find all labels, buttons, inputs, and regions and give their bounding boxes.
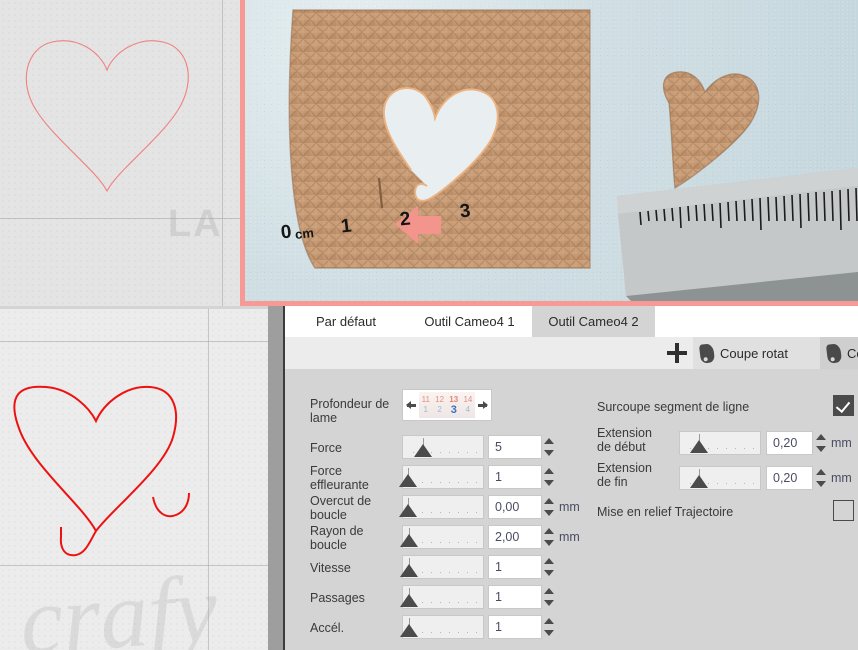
value-rayon-de-boucle[interactable]: 2,00 (488, 525, 542, 549)
slider-extension-de-debut[interactable] (679, 431, 761, 455)
heart-path-preview-bottom (13, 385, 190, 557)
spinner-extension-de-debut[interactable] (815, 431, 828, 455)
slider-accel[interactable] (400, 615, 484, 639)
label-extension-de-debut: Extension de début (597, 426, 652, 454)
tab-bar-filler (655, 306, 858, 337)
label-extension-de-fin: Extension de fin (597, 461, 652, 489)
dial-top-11: 11 (421, 395, 430, 404)
tab-outil-cameo4-1[interactable]: Outil Cameo4 1 (407, 306, 532, 337)
value-vitesse[interactable]: 1 (488, 555, 542, 579)
label-vitesse: Vitesse (310, 561, 351, 575)
slider-rayon-de-boucle[interactable] (400, 525, 484, 549)
label-passages: Passages (310, 591, 365, 605)
slider-force[interactable] (402, 435, 484, 459)
label-accel: Accél. (310, 621, 345, 635)
value-passages[interactable]: 1 (488, 585, 542, 609)
checkbox-mise-en-relief-trajectoire[interactable] (833, 500, 854, 521)
spinner-force-effleurante[interactable] (543, 465, 556, 489)
slider-vitesse[interactable] (400, 555, 484, 579)
blade-depth-dial: 11 1 12 2 13 3 14 4 (419, 392, 475, 418)
unit-extension-de-debut: mm (831, 436, 852, 450)
spinner-vitesse[interactable] (543, 555, 556, 579)
spinner-force[interactable] (543, 435, 556, 459)
ruler-label-3: 3 (458, 200, 472, 223)
dial-top-14: 14 (463, 395, 473, 404)
spinner-accel[interactable] (543, 615, 556, 639)
ruler-label-0: 0 (279, 221, 293, 244)
value-overcut-de-boucle[interactable]: 0,00 (488, 495, 542, 519)
design-canvas-top[interactable]: LA (0, 0, 240, 306)
check-icon (835, 397, 851, 414)
unit-rayon-de-boucle: mm (559, 530, 580, 544)
label-surcoupe-segment-de-ligne: Surcoupe segment de ligne (597, 400, 750, 414)
dial-bottom-2: 2 (437, 405, 442, 414)
add-tool-button[interactable] (666, 342, 688, 364)
slider-overcut-de-boucle[interactable] (399, 495, 484, 519)
value-extension-de-debut[interactable]: 0,20 (766, 431, 813, 455)
dial-bottom-1: 1 (423, 405, 428, 414)
tool-coupe-rotat-label: Coupe rotat (720, 345, 788, 361)
tool-coupe-kraft-label: Coupe Kraft (847, 345, 858, 361)
dial-top-12: 12 (435, 395, 445, 404)
label-force-effleurante: Force effleurante (310, 464, 369, 492)
reference-photo: 0 cm 1 2 3 (240, 0, 858, 306)
checkbox-surcoupe-segment-de-ligne[interactable] (833, 395, 854, 416)
tool-coupe-kraft[interactable]: Coupe Kraft (820, 337, 858, 369)
slider-force-effleurante[interactable] (399, 465, 484, 489)
material-tab-bar: Par défaut Outil Cameo4 1 Outil Cameo4 2 (285, 306, 858, 337)
tab-par-defaut[interactable]: Par défaut (285, 306, 407, 337)
value-force[interactable]: 5 (488, 435, 542, 459)
heart-path-preview-top (25, 40, 189, 193)
ruler-label-2: 2 (398, 208, 412, 231)
blade-depth-decrease-icon[interactable] (406, 400, 417, 411)
ruler-label-cm: cm (294, 225, 315, 242)
value-extension-de-fin[interactable]: 0,20 (766, 466, 813, 490)
cut-settings-panel: Par défaut Outil Cameo4 1 Outil Cameo4 2… (268, 306, 858, 650)
blade-icon (698, 342, 716, 364)
unit-overcut-de-boucle: mm (559, 500, 580, 514)
blade-icon (825, 342, 843, 364)
photo-ruler-scale (639, 187, 858, 231)
design-canvas-bottom[interactable]: crafy (0, 309, 268, 650)
settings-area: Profondeur de lame 11 1 12 2 13 3 14 4 Force (285, 369, 858, 650)
spinner-overcut-de-boucle[interactable] (543, 495, 556, 519)
label-profondeur-de-lame: Profondeur de lame (310, 397, 390, 425)
spinner-passages[interactable] (543, 585, 556, 609)
tool-coupe-rotat[interactable]: Coupe rotat (693, 337, 820, 369)
label-rayon-de-boucle: Rayon de boucle (310, 524, 364, 552)
tab-outil-cameo4-2[interactable]: Outil Cameo4 2 (532, 306, 655, 337)
blade-depth-control[interactable]: 11 1 12 2 13 3 14 4 (402, 389, 492, 421)
panel-left-gutter (268, 306, 283, 650)
label-force: Force (310, 441, 342, 455)
spinner-extension-de-fin[interactable] (815, 466, 828, 490)
label-mise-en-relief-trajectoire: Mise en relief Trajectoire (597, 505, 734, 519)
dial-bottom-4: 4 (465, 405, 471, 414)
label-overcut-de-boucle: Overcut de boucle (310, 494, 372, 522)
ruler-label-1: 1 (339, 215, 353, 238)
value-force-effleurante[interactable]: 1 (488, 465, 542, 489)
app-root: LA crafy 0 cm 1 2 3 Par défaut Outil Cam… (0, 0, 858, 650)
slider-passages[interactable] (400, 585, 484, 609)
blade-depth-increase-icon[interactable] (477, 400, 488, 411)
unit-extension-de-fin: mm (831, 471, 852, 485)
slider-extension-de-fin[interactable] (679, 466, 761, 490)
dial-bottom-3-selected: 3 (450, 404, 457, 416)
spinner-rayon-de-boucle[interactable] (543, 525, 556, 549)
value-accel[interactable]: 1 (488, 615, 542, 639)
